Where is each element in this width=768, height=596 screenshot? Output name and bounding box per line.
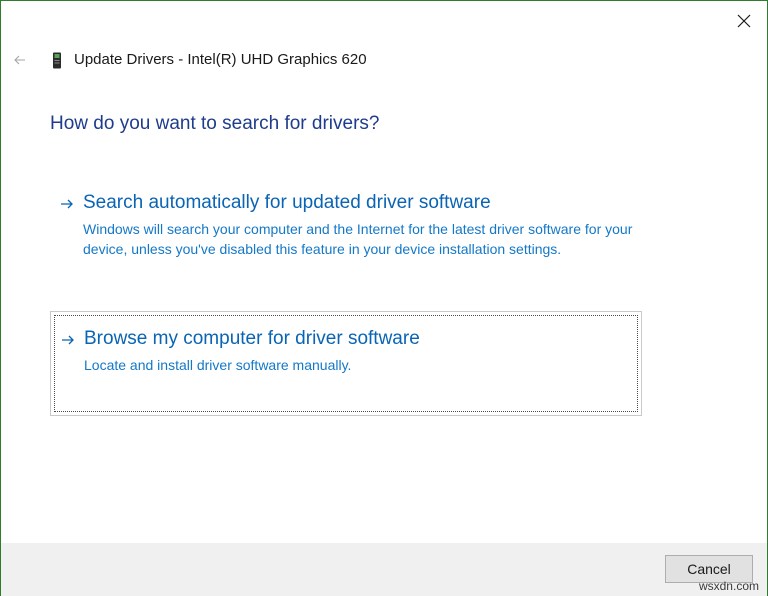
graphics-device-icon (53, 52, 61, 69)
browse-computer-description: Locate and install driver software manua… (84, 357, 352, 373)
update-drivers-dialog: Update Drivers - Intel(R) UHD Graphics 6… (0, 0, 768, 596)
watermark: wsxdn.com (698, 579, 759, 593)
right-arrow-icon (61, 199, 73, 209)
search-automatically-option[interactable]: Search automatically for updated driver … (50, 189, 642, 269)
right-arrow-icon (62, 335, 74, 345)
search-automatically-title: Search automatically for updated driver … (83, 192, 491, 213)
back-arrow-icon (14, 55, 25, 65)
search-automatically-description: Windows will search your computer and th… (83, 221, 633, 257)
dialog-footer: Cancel wsxdn.com (1, 543, 767, 596)
browse-computer-option[interactable]: Browse my computer for driver software L… (50, 311, 642, 416)
dialog-title: Update Drivers - Intel(R) UHD Graphics 6… (74, 51, 367, 68)
close-icon (737, 14, 751, 28)
browse-computer-title: Browse my computer for driver software (84, 328, 420, 349)
close-button[interactable] (729, 7, 759, 35)
title-row: Update Drivers - Intel(R) UHD Graphics 6… (1, 49, 767, 73)
page-heading: How do you want to search for drivers? (50, 113, 380, 134)
back-button[interactable] (11, 51, 29, 69)
